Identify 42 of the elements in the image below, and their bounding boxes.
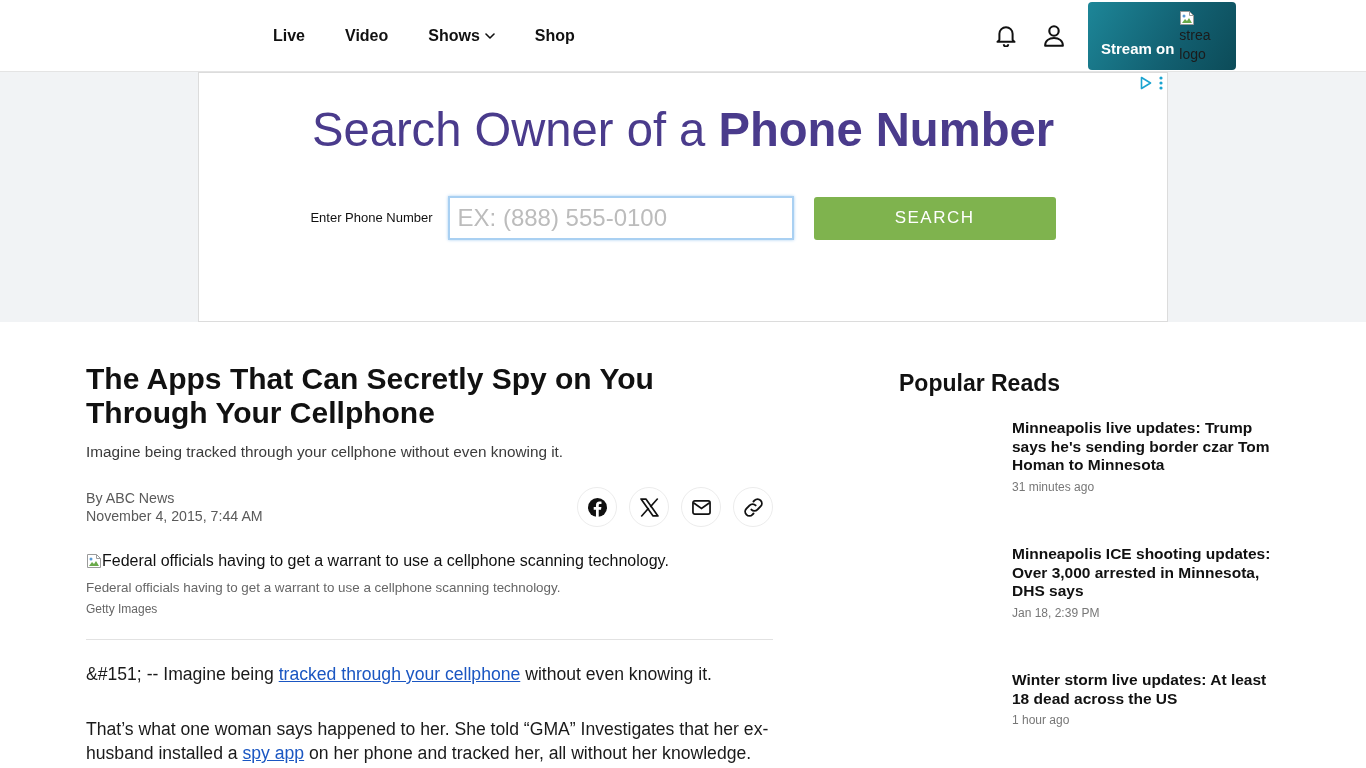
caret-icon: [484, 32, 495, 39]
share-button[interactable]: [733, 487, 773, 527]
nav-link[interactable]: Shop: [534, 25, 575, 46]
article-subtitle: Imagine being tracked through your cellphone without even knowing it.: [86, 442, 565, 462]
image-alt-text: strea logo: [1179, 25, 1211, 64]
facebook-icon: [587, 497, 607, 517]
share-button[interactable]: [577, 487, 617, 527]
field-label: Enter Phone Number: [310, 210, 433, 226]
article-paragraph: That’s what one woman says happened to her. She told “GMA” Investigates that her ex-husband installed a spy app on her phone and tracked her, all without her knowledge.: [86, 718, 770, 765]
user-icon[interactable]: [1044, 24, 1064, 47]
image-credit: Getty Images: [86, 601, 159, 617]
text-link[interactable]: spy app: [242, 743, 305, 763]
nav-link[interactable]: Live: [273, 25, 305, 46]
nav-link[interactable]: Shows: [428, 25, 495, 46]
image-alt-text: Federal officials having to get a warrant to use a cellphone scanning technology.: [102, 551, 669, 571]
phone-number-field[interactable]: EX: (888) 555-0100: [447, 196, 794, 240]
envelope-icon: [691, 497, 711, 517]
stream-button[interactable]: Stream on strea logo: [1088, 1, 1236, 70]
image-caption: Federal officials having to get a warrant to use a cellphone scanning technology.: [86, 579, 562, 597]
play-triangle-icon[interactable]: [1140, 76, 1152, 90]
article-paragraph: &#151; -- Imagine being tracked through your cellphone without even knowing it.: [86, 663, 713, 686]
headline-link[interactable]: Winter storm live updates: At least 18 dead across the US: [1012, 671, 1282, 708]
ad-headline: Search Owner of a Phone Number: [311, 102, 1055, 158]
link-icon: [743, 497, 763, 517]
timestamp: 31 minutes ago: [1012, 479, 1096, 494]
section-heading: Popular Reads: [899, 369, 1062, 397]
headline-link[interactable]: Minneapolis live updates: Trump says he's sending border czar Tom Homan to Minnesota: [1012, 419, 1282, 475]
kebab-menu-icon[interactable]: [1159, 76, 1163, 90]
nav-link[interactable]: Video: [345, 25, 389, 46]
publish-date: November 4, 2015, 7:44 AM: [86, 507, 263, 525]
x-logo-icon: [639, 497, 659, 517]
bell-icon[interactable]: [996, 24, 1016, 47]
broken-image-icon: [1179, 9, 1196, 26]
headline-link[interactable]: Minneapolis ICE shooting updates: Over 3,000 arrested in Minnesota, DHS says: [1012, 545, 1282, 601]
broken-image-icon: [86, 553, 102, 569]
timestamp: 1 hour ago: [1012, 713, 1071, 727]
share-button[interactable]: [681, 487, 721, 527]
byline: By ABC News: [86, 489, 176, 507]
share-button[interactable]: [629, 487, 669, 527]
article-title: The Apps That Can Secretly Spy on You Through Your Cellphone: [86, 362, 655, 430]
text-link[interactable]: tracked through your cellphone: [278, 664, 521, 684]
timestamp: Jan 18, 2:39 PM: [1012, 605, 1101, 620]
